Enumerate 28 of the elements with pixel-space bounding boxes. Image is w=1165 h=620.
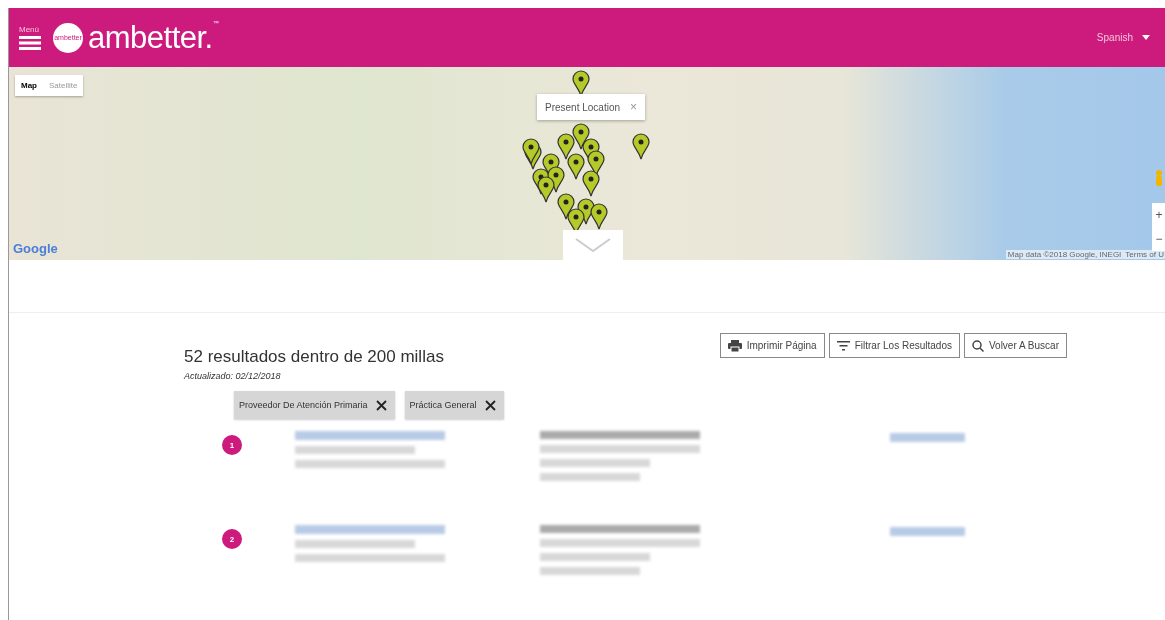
map-logo: Google — [13, 241, 58, 256]
filter-label: Proveedor De Atención Primaria — [239, 400, 368, 410]
remove-filter-button[interactable] — [375, 399, 387, 411]
results-title: 52 resultados dentro de 200 millas — [184, 347, 444, 367]
result-number-badge: 1 — [222, 435, 242, 455]
logo-text: ambetter.$^{™}$ — [88, 19, 219, 56]
terms-link[interactable]: Terms of U — [1125, 250, 1164, 259]
caret-icon — [1142, 35, 1150, 40]
close-icon — [375, 399, 387, 411]
filter-label: Práctica General — [409, 400, 477, 410]
map-attribution: Map data ©2018 Google, INEGI — [1007, 250, 1122, 259]
filter-button[interactable]: Filtrar Los Resultados — [828, 333, 960, 358]
filter-icon — [836, 340, 850, 351]
printer-icon — [727, 339, 742, 352]
result-number-badge: 2 — [222, 529, 242, 549]
hamburger-icon — [19, 36, 41, 50]
language-dropdown[interactable]: Spanish — [1090, 31, 1156, 44]
close-icon — [484, 399, 496, 411]
search-icon — [971, 339, 984, 352]
search-button[interactable]: Volver A Buscar — [963, 333, 1067, 358]
remove-filter-button[interactable] — [484, 399, 496, 411]
pegman-icon — [1155, 170, 1163, 186]
map-type-tab[interactable]: Map — [15, 75, 43, 96]
popup-title: Present Location — [545, 101, 621, 113]
menu-button[interactable]: Menú — [19, 25, 41, 50]
chevron-down-icon — [575, 238, 611, 252]
print-button[interactable]: Imprimir Página — [719, 333, 825, 358]
updated-date: Actualizado: 02/12/2018 — [184, 371, 282, 381]
